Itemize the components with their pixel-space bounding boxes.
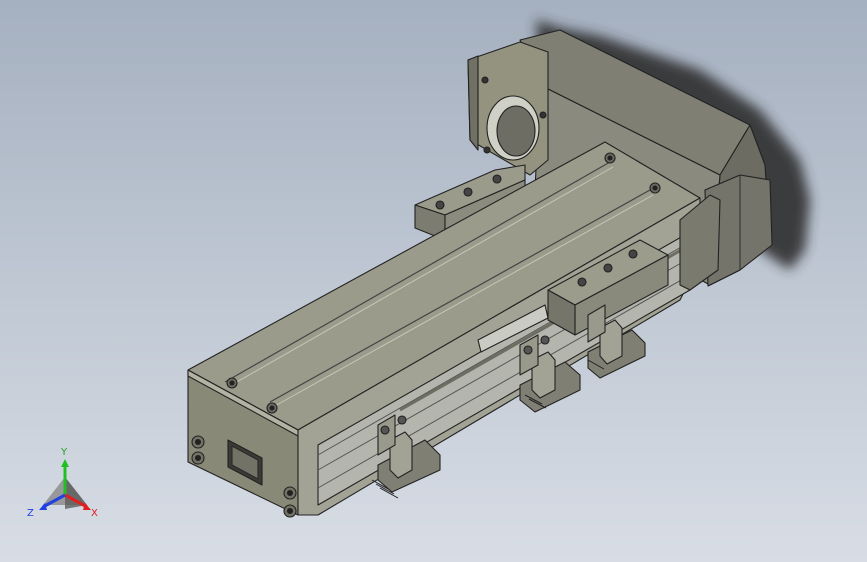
actuator-model[interactable] — [187, 29, 773, 518]
cad-viewport[interactable]: Y X Z — [0, 0, 867, 562]
z-axis-label: Z — [27, 508, 34, 519]
x-axis-label: X — [91, 508, 98, 519]
view-triad[interactable]: Y X Z — [27, 447, 98, 519]
y-axis-label: Y — [60, 447, 68, 458]
